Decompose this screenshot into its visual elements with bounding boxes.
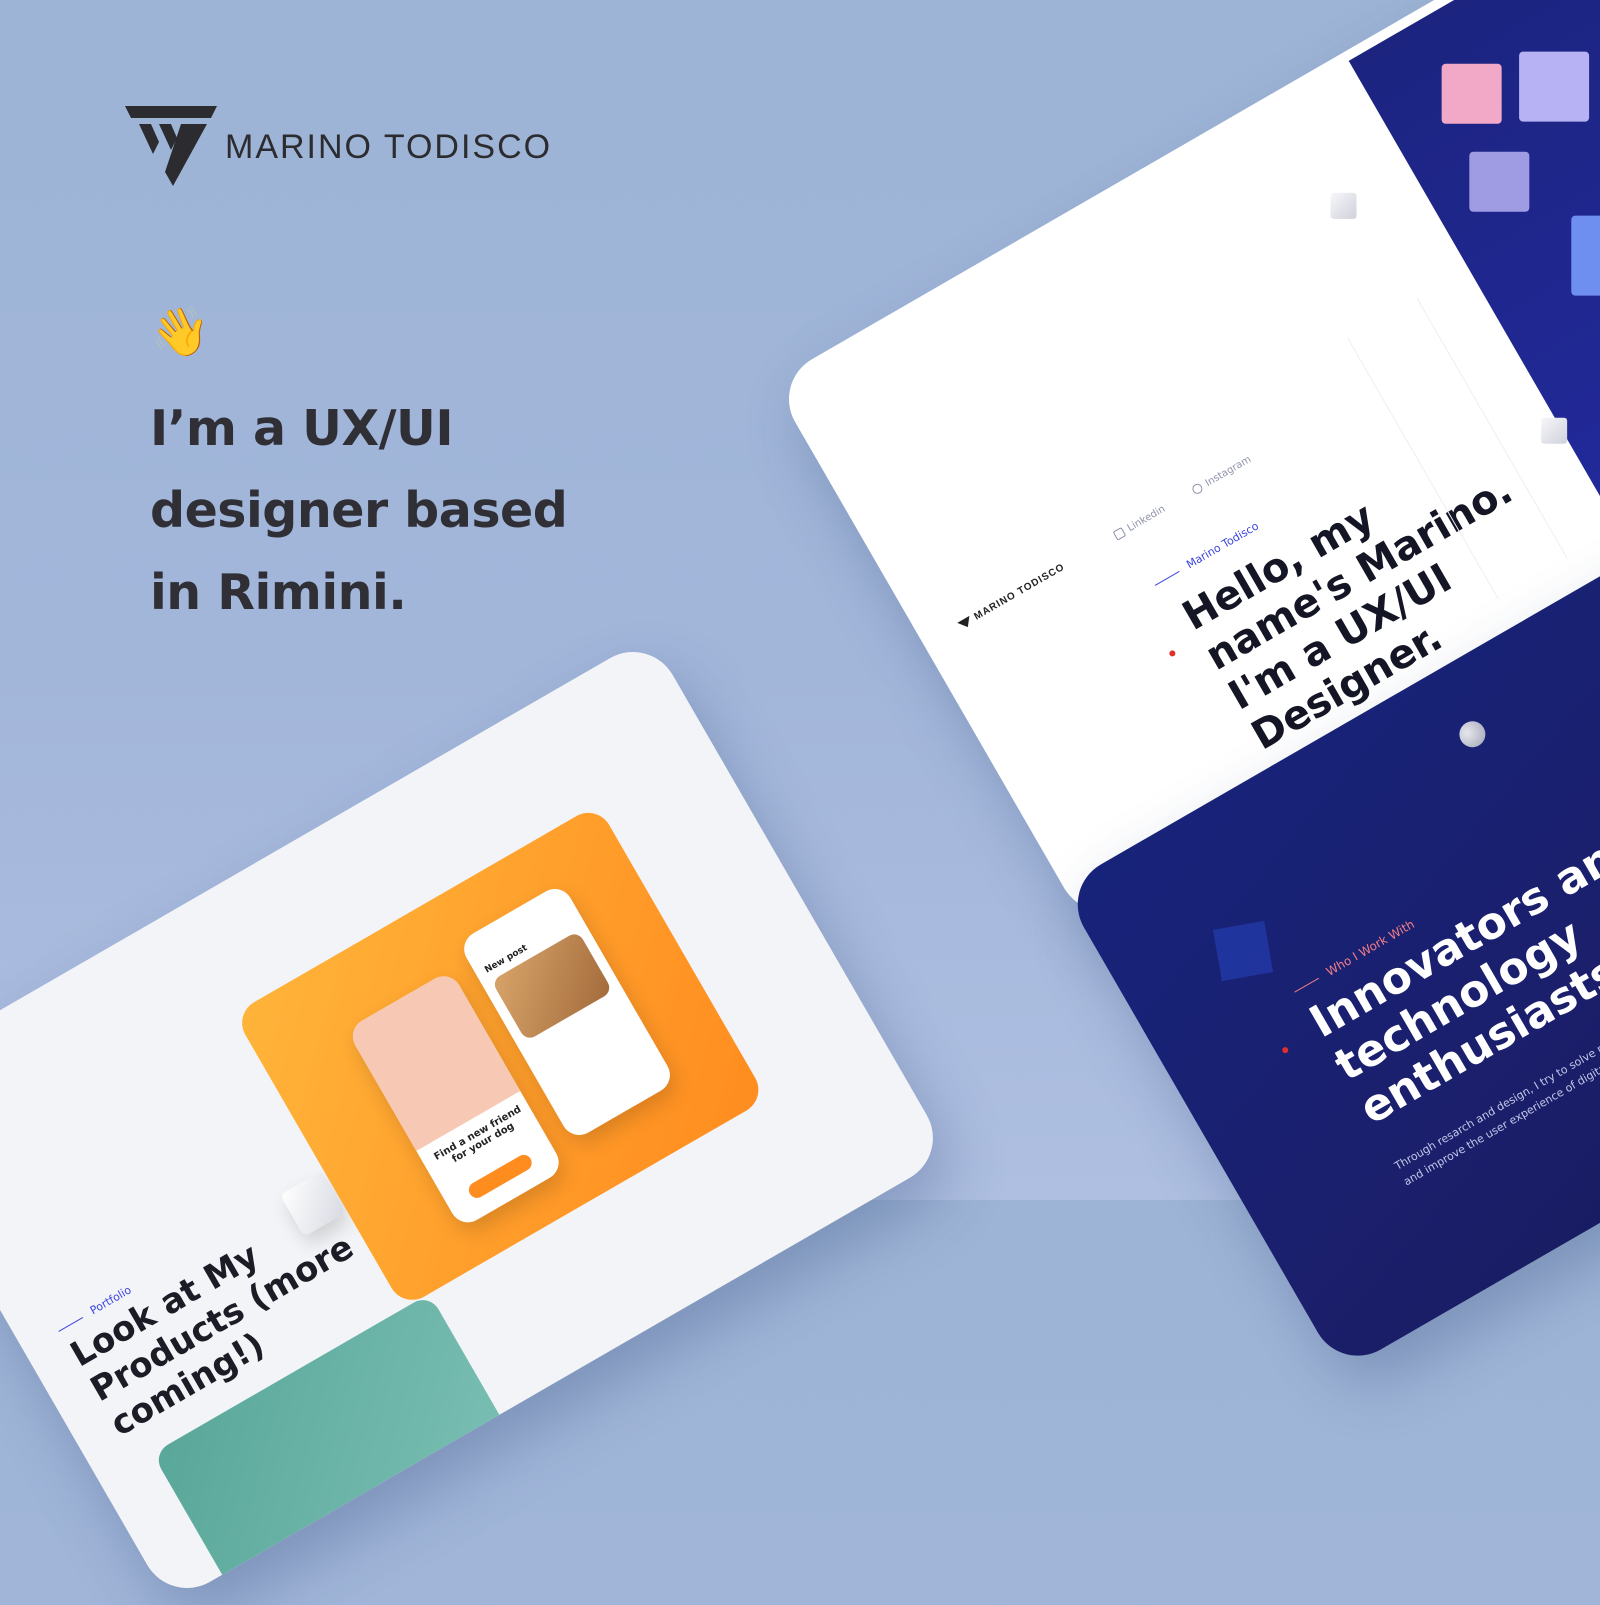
brand-logo[interactable]: MARINO TODISCO <box>125 106 552 188</box>
hero-card-logo[interactable]: MARINO TODISCO <box>957 562 1067 632</box>
hero-headline: I’m a UX/UI designer based in Rimini. <box>150 388 670 634</box>
portfolio-card: Portfolio Look at My Products (more comi… <box>0 635 950 1605</box>
nav-link-linkedin[interactable]: Linkedin <box>1112 503 1168 542</box>
waving-hand-icon: 👋 <box>150 304 210 360</box>
logo-mark-icon <box>957 615 974 631</box>
navy-cube <box>1212 920 1274 982</box>
nav-link-linkedin-label: Linkedin <box>1125 503 1168 535</box>
dog-photo <box>491 930 613 1042</box>
kicker-line <box>1154 570 1180 586</box>
brand-name: MARINO TODISCO <box>225 127 553 166</box>
logo-mark-icon <box>125 106 217 186</box>
hero-card-logo-text: MARINO TODISCO <box>972 561 1067 623</box>
kicker-line <box>1294 977 1320 993</box>
grey-cube <box>1541 417 1568 444</box>
phone-cta-button <box>465 1151 535 1201</box>
red-dot <box>1168 649 1177 658</box>
lavender-cube <box>1469 151 1530 212</box>
nav-link-instagram[interactable]: Instagram <box>1190 454 1254 496</box>
headline-line-2: designer based <box>150 482 568 539</box>
headline-line-1: I’m a UX/UI <box>150 400 454 457</box>
linkedin-icon <box>1112 527 1127 541</box>
headline-line-3: in Rimini. <box>150 564 407 621</box>
instagram-icon <box>1190 482 1205 496</box>
nav-link-instagram-label: Instagram <box>1203 454 1254 490</box>
grey-cube <box>1330 192 1357 219</box>
blue-cube <box>1571 215 1600 296</box>
kicker-line <box>58 1316 83 1332</box>
pink-cube <box>1441 63 1502 124</box>
lavender-cube <box>1519 51 1590 122</box>
red-dot <box>1281 1046 1290 1055</box>
grey-ball <box>1454 716 1491 752</box>
